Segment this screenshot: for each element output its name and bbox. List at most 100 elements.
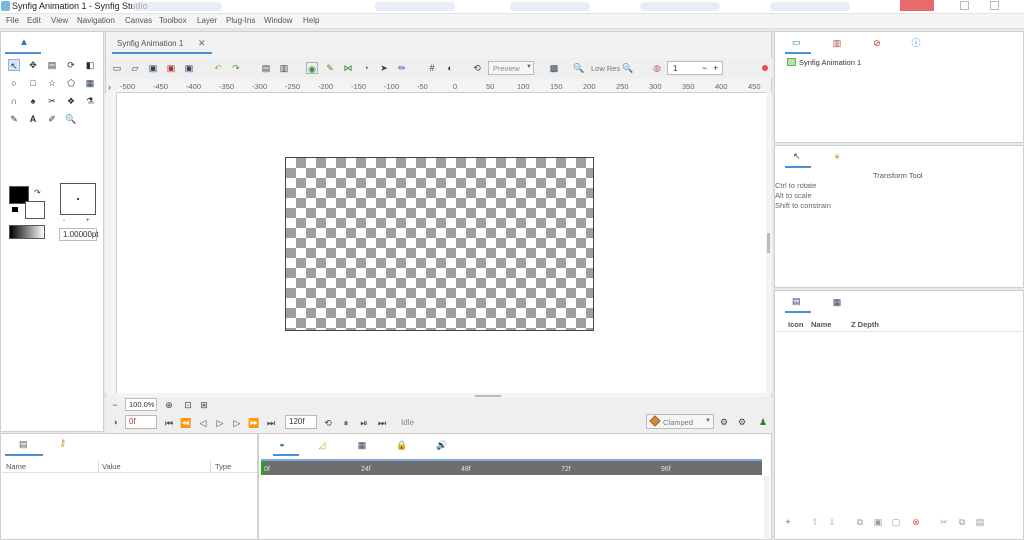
rectangle-tool-icon[interactable]: □ [27,77,39,89]
onion-skin-icon[interactable]: ◐ [444,62,456,74]
lower-layer-icon[interactable]: ⇓ [826,516,838,528]
zoom-out-icon[interactable]: − [109,399,121,411]
timebar[interactable]: 0f 24f 48f 72f 96f [261,459,762,475]
menu-plugins[interactable]: Plug-Ins [226,16,255,25]
col-icon[interactable]: Icon [788,320,803,329]
eyedropper-tool-icon[interactable]: ⚗ [84,95,96,107]
zoom-actual-icon[interactable]: ⊞ [198,399,210,411]
canvas-frame[interactable] [285,157,594,331]
info-icon[interactable]: ⓘ [910,37,922,49]
animation-mode-icon[interactable]: ◑ [109,416,121,428]
encapsulate-icon[interactable]: ▢ [890,516,902,528]
menu-canvas[interactable]: Canvas [125,16,152,25]
brush-size-field[interactable]: 1.00000pt [59,228,99,241]
preview-render-icon[interactable]: ▥ [278,62,290,74]
gradient-tool-icon[interactable]: ▦ [84,77,96,89]
refresh-preview-icon[interactable]: ⟲ [471,62,483,74]
reset-colors-icon[interactable] [12,207,18,212]
library-tab[interactable]: ⚷ [47,434,85,456]
keyframe-lock-future-icon[interactable]: ⚙ [736,416,748,428]
render-icon[interactable]: ▤ [260,62,272,74]
mirror-tool-icon[interactable]: ◧ [84,59,96,71]
keyframes-icon[interactable]: ▦ [356,439,368,451]
sun-icon[interactable]: ☀ [831,151,843,163]
loop-icon[interactable]: ⟲ [322,417,334,429]
close-tab-icon[interactable]: ✕ [198,38,206,49]
zoom-tool-icon[interactable]: 🔍 [65,113,77,125]
interpolation-dropdown[interactable]: Clamped ▼ [646,414,714,429]
animate-mode-toggle-icon[interactable]: ♟ [757,416,769,428]
menu-help[interactable]: Help [303,16,319,25]
add-layer-icon[interactable]: + [782,516,794,528]
ruler-menu-icon[interactable]: › [108,82,111,92]
toolbox-tab[interactable]: ▲ [5,32,41,54]
maximize-icon[interactable] [960,1,969,10]
fill-color-swatch[interactable] [25,201,45,219]
open-file-icon[interactable]: ▱ [129,62,141,74]
document-tab[interactable]: Synfig Animation 1 ✕ [112,32,212,54]
col-layer-name[interactable]: Name [811,320,831,329]
delete-layer-icon[interactable]: ⊗ [910,516,922,528]
brush-size-plus[interactable]: + [86,218,90,224]
bounds-begin-icon[interactable]: ⏸ [340,417,352,429]
width-tool-icon[interactable]: ❖ [65,95,77,107]
layers-tab[interactable]: ▤ [785,291,811,313]
col-type[interactable]: Type [215,462,231,471]
canvas-browser-item[interactable]: Synfig Animation 1 [787,57,907,69]
compass-icon[interactable]: ⊘ [871,37,883,49]
save-as-icon[interactable]: ▣ [165,62,177,74]
zoom-plus-button[interactable]: + [713,63,718,73]
vertical-scrollbar[interactable] [766,93,772,393]
zoom-in-icon[interactable]: ⊕ [163,399,175,411]
menu-window[interactable]: Window [264,16,292,25]
tool-options-tab[interactable]: ↖ [785,146,811,168]
star-tool-icon[interactable]: ☆ [46,77,58,89]
undo-icon[interactable]: ↶ [212,62,224,74]
show-handles-icon[interactable]: ◉ [306,62,318,74]
lowres-toggle-icon[interactable]: 🔍 [573,62,585,74]
lowres-zoom-icon[interactable]: 🔍 [622,62,634,74]
close-highlight[interactable] [900,0,934,11]
preview-dropdown[interactable]: Preview ▼ [488,61,534,75]
copy-icon[interactable]: ⧉ [956,516,968,528]
scale-tool-icon[interactable]: ▤ [46,59,58,71]
prev-keyframe-icon[interactable]: ⏪ [180,417,192,429]
new-file-icon[interactable]: ▭ [111,62,123,74]
timetrack-scrollbar[interactable] [764,476,770,538]
zoom-minus-button[interactable]: − [702,63,707,73]
sets-icon[interactable]: ▦ [831,296,843,308]
menu-view[interactable]: View [51,16,68,25]
lock-icon[interactable]: 🔒 [396,439,408,451]
zoom-fit-icon[interactable]: ⊡ [182,399,194,411]
draw-tool-icon[interactable]: ✎ [8,113,20,125]
keyframe-lock-past-icon[interactable]: ⚙ [718,416,730,428]
restore-icon[interactable] [990,1,999,10]
col-value[interactable]: Value [102,462,121,471]
timetrack-tab[interactable]: ◒ [273,434,299,456]
menu-toolbox[interactable]: Toolbox [159,16,187,25]
cutout-tool-icon[interactable]: ✂ [46,95,58,107]
play-icon[interactable]: ▷ [214,417,226,429]
paste-icon[interactable]: ▤ [974,516,986,528]
end-frame-field[interactable]: 120f [285,415,317,429]
show-tangent-icon[interactable]: ◔ [360,62,372,74]
curves-icon[interactable]: ◿ [316,439,328,451]
bounds-end-icon[interactable]: ⏭ [376,417,388,429]
params-tab[interactable]: ▤ [5,434,43,456]
zoom-percent-field[interactable]: 100.0% [125,398,157,411]
seek-begin-icon[interactable]: ⏮ [163,417,175,429]
next-frame-icon[interactable]: ▷ [231,417,243,429]
brush-size-minus[interactable]: - [63,218,65,224]
show-width-handles-icon[interactable]: ✎ [324,62,336,74]
save-icon[interactable]: ▣ [147,62,159,74]
show-cursor-icon[interactable]: ➤ [378,62,390,74]
polygon-tool-icon[interactable]: ⬠ [65,77,77,89]
navigator-icon[interactable]: ▥ [831,37,843,49]
onion-past-icon[interactable]: ◍ [651,62,663,74]
circle-tool-icon[interactable]: ○ [8,77,20,89]
menu-navigation[interactable]: Navigation [77,16,115,25]
col-zdepth[interactable]: Z Depth [851,320,879,329]
canvas-browser-tab[interactable]: ▭ [785,32,811,54]
prev-frame-icon[interactable]: ◁ [197,417,209,429]
swap-colors-icon[interactable]: ↷ [34,188,41,197]
